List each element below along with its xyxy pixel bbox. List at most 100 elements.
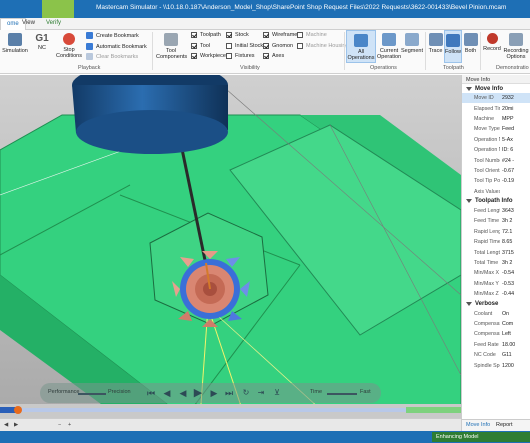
ribbon-divider — [344, 32, 345, 70]
nc-code-icon: G1 — [35, 33, 49, 44]
zoom-in-icon[interactable]: + — [68, 422, 71, 428]
performance-label: Performance — [48, 389, 80, 395]
checkbox-icon — [226, 43, 232, 49]
rewind-icon[interactable]: ◀ — [177, 387, 189, 399]
skip-end-icon[interactable]: ⏭ — [223, 387, 235, 399]
nc-button[interactable]: G1 NC — [32, 33, 52, 51]
property-row: Elapsed Time20mi — [474, 105, 514, 112]
step-forward-icon[interactable]: ▶ — [208, 387, 220, 399]
simulation-button[interactable]: Simulation — [2, 33, 28, 54]
timeline-scroll-left-icon[interactable]: ◀ — [4, 422, 8, 428]
move-info-section[interactable]: Move Info — [462, 84, 530, 93]
tab-report[interactable]: Report — [496, 422, 513, 428]
checkbox-icon — [263, 43, 269, 49]
property-row: Min/Max X -0.54 — [474, 270, 515, 277]
simulation-viewport[interactable] — [0, 75, 461, 418]
record-icon — [486, 33, 498, 44]
step-icon[interactable]: ⇥ — [255, 387, 267, 399]
initial-stock-visibility-checkbox[interactable]: Initial Stock — [226, 43, 263, 49]
verbose-section[interactable]: Verbose — [462, 299, 530, 308]
timeline-scroll-right-icon[interactable]: ▶ — [14, 422, 18, 428]
timeline-status-row: ◀ ▶ − + — [0, 418, 461, 431]
toolpath-info-section[interactable]: Toolpath Info — [462, 197, 530, 206]
performance-precision-slider[interactable] — [78, 393, 106, 395]
playback-controls: Performance Precision ⏮ ◀ ◀ ▶ ▶ ⏭ ↻ ⇥ ⊻ … — [40, 383, 381, 403]
toolpath-visibility-checkbox[interactable]: Toolpath — [191, 32, 221, 38]
gnomon-visibility-checkbox[interactable]: Gnomon — [263, 43, 293, 49]
collapse-icon — [466, 301, 472, 306]
property-row: Total Length 3715 — [474, 249, 514, 256]
both-icon — [463, 33, 478, 46]
collapse-icon — [466, 86, 472, 91]
scene-graphic — [0, 75, 461, 418]
loop-icon[interactable]: ↻ — [240, 387, 252, 399]
bookmark-auto-icon — [86, 43, 93, 50]
property-row: Rapid Length72.1 — [474, 228, 513, 235]
checkbox-icon — [263, 32, 269, 38]
recording-options-button[interactable]: Recording Options — [502, 33, 530, 60]
time-label: Time — [310, 389, 323, 395]
stop-conditions-button[interactable]: Stop Conditions — [54, 33, 84, 59]
property-row: Spindle Speed1200 — [474, 362, 514, 369]
ribbon-divider — [425, 32, 426, 70]
machine-visibility-checkbox[interactable]: Machine — [297, 32, 327, 38]
fixtures-visibility-checkbox[interactable]: Fixtures — [226, 53, 255, 59]
property-row: Feed Rate 18.00 — [474, 341, 516, 348]
follow-icon — [446, 34, 460, 47]
both-button[interactable]: Both — [463, 33, 478, 54]
wireframe-visibility-checkbox[interactable]: Wireframe — [263, 32, 297, 38]
simulation-timeline[interactable] — [0, 404, 461, 418]
checkbox-icon — [226, 53, 232, 59]
speed-slider[interactable] — [327, 393, 357, 395]
tab-move-info[interactable]: Move Info — [466, 422, 490, 428]
follow-button[interactable]: Follow — [444, 30, 462, 63]
axes-visibility-checkbox[interactable]: Axes — [263, 53, 284, 59]
trace-button[interactable]: Trace — [427, 33, 444, 54]
title-bar: Mastercam Simulator - \\10.18.0.187\Ande… — [0, 0, 530, 18]
property-row: Rapid Time 8.65 — [474, 239, 513, 246]
demonstration-group-label: Demonstratio — [496, 65, 529, 71]
property-row: Operation Nu...ID: 6 — [474, 147, 514, 154]
precision-label: Precision — [108, 389, 131, 395]
property-row: Tool Orientation-0.67 — [474, 167, 515, 174]
stock-visibility-checkbox[interactable]: Stock — [226, 32, 249, 38]
tab-verify[interactable]: Verify — [46, 20, 61, 26]
property-row: Compensation...Left — [474, 331, 511, 338]
play-icon[interactable]: ▶ — [192, 387, 204, 399]
segment-button[interactable]: Segment — [401, 33, 423, 54]
clear-bookmarks-button[interactable]: Clear Bookmarks — [86, 53, 138, 60]
tool-visibility-checkbox[interactable]: Tool — [191, 43, 210, 49]
status-bar: Enhancing Model — [0, 431, 530, 443]
workpiece-visibility-checkbox[interactable]: Workpiece — [191, 53, 226, 59]
create-bookmark-button[interactable]: Create Bookmark — [86, 32, 139, 39]
all-operations-icon — [354, 34, 368, 47]
operations-group-label: Operations — [370, 65, 397, 71]
tab-view[interactable]: View — [22, 20, 35, 26]
all-operations-button[interactable]: All Operations — [346, 30, 376, 63]
property-row: Tool Tip Position-0.19 — [474, 178, 515, 185]
property-row: Coolant On — [474, 310, 510, 317]
skip-start-icon[interactable]: ⏮ — [145, 387, 157, 399]
property-row: Move Type Feed — [474, 126, 515, 133]
checkbox-icon — [191, 53, 197, 59]
tool-change-icon[interactable]: ⊻ — [271, 387, 283, 399]
step-back-icon[interactable]: ◀ — [161, 387, 173, 399]
window-title: Mastercam Simulator - \\10.18.0.187\Ande… — [96, 4, 507, 11]
property-row: Move ID 2932 — [462, 93, 530, 104]
machine-housing-visibility-checkbox[interactable]: Machine Housing — [297, 43, 349, 49]
checkbox-icon — [297, 43, 303, 49]
automatic-bookmark-button[interactable]: Automatic Bookmark — [86, 43, 147, 50]
panel-header: Move Info — [462, 75, 530, 84]
trace-icon — [428, 33, 443, 46]
fast-label: Fast — [360, 389, 371, 395]
ribbon-divider — [480, 32, 481, 70]
record-button[interactable]: Record — [482, 33, 502, 52]
monitor-icon — [8, 33, 22, 46]
tool-components-icon — [164, 33, 178, 46]
panel-tabs: Move Info Report — [462, 419, 530, 431]
timeline-handle[interactable] — [14, 406, 22, 414]
current-operation-button[interactable]: Current Operation — [377, 33, 401, 60]
tool-components-button[interactable]: Tool Components — [156, 33, 187, 60]
property-row: Operation Name5-Ax — [474, 136, 513, 143]
zoom-out-icon[interactable]: − — [58, 422, 61, 428]
